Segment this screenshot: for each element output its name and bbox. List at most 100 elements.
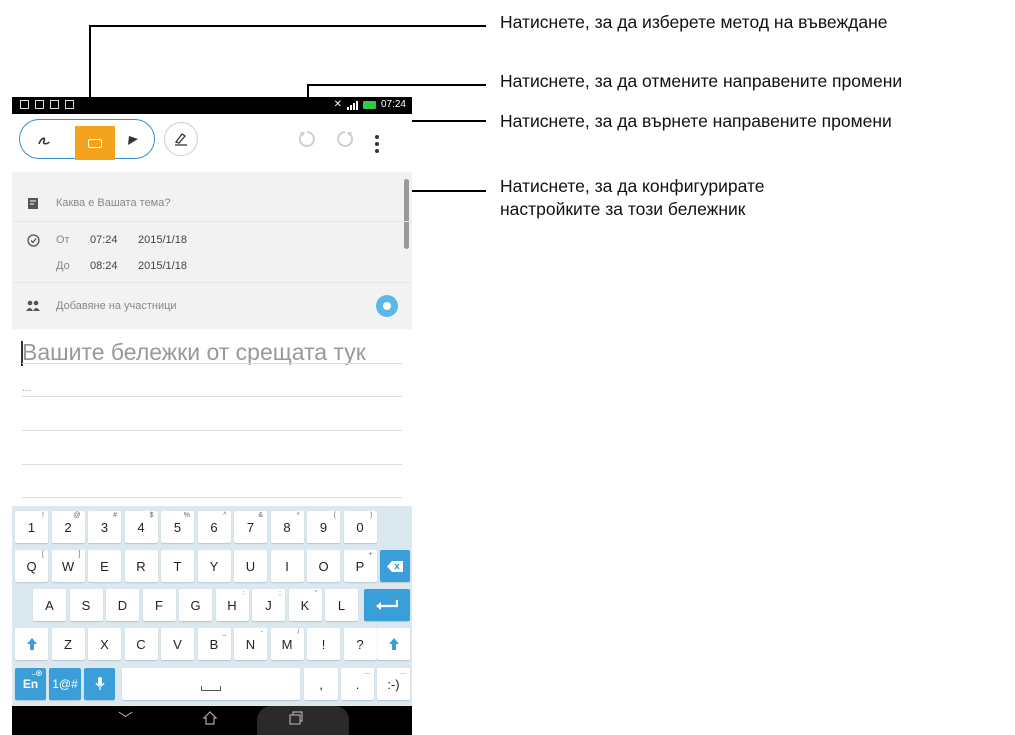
key-z[interactable]: Z — [51, 628, 85, 660]
key-e[interactable]: E — [88, 550, 121, 582]
topic-row[interactable]: Каква е Вашата тема? — [12, 192, 412, 214]
key-6[interactable]: 6 ^ — [197, 511, 231, 543]
undo-button[interactable] — [292, 124, 322, 154]
key-c[interactable]: C — [124, 628, 158, 660]
language-key[interactable]: En ..◎ — [15, 668, 46, 700]
symbols-key[interactable]: 1@# — [49, 668, 81, 700]
undo-icon — [298, 131, 315, 147]
key-q[interactable]: Q[ — [15, 550, 48, 582]
shift-key[interactable] — [377, 628, 410, 660]
phone-screen: ✕ 07:24 Каква е Вашата тема? От 07:24 20… — [12, 97, 412, 735]
format-pen-icon — [174, 133, 187, 146]
key-9[interactable]: 9( — [307, 511, 340, 543]
key-4[interactable]: 4 $ — [124, 511, 158, 543]
notes-area[interactable]: Вашите бележки от срещата тук ... — [12, 329, 412, 506]
callout-line — [307, 84, 486, 86]
toolbar — [12, 114, 412, 171]
key-x[interactable]: X — [88, 628, 121, 660]
annotation-input-method: Натиснете, за да изберете метод на въвеж… — [500, 12, 888, 32]
key-?[interactable]: ? — [343, 628, 377, 660]
participants-row[interactable]: Добавяне на участници — [12, 295, 412, 317]
signal-icon — [346, 100, 358, 110]
email-icon — [35, 100, 44, 109]
comma-key[interactable]: , — [304, 668, 338, 700]
notification-icons — [20, 100, 74, 109]
input-mode-selector — [19, 119, 155, 160]
to-label: До — [56, 260, 70, 272]
key-1[interactable]: 1! — [15, 511, 48, 543]
from-time[interactable]: 07:24 — [90, 234, 118, 246]
keyboard-mode-button[interactable] — [75, 126, 115, 160]
annotation-settings-1: Натиснете, за да конфигурирате — [500, 176, 765, 196]
clock-icon — [26, 233, 40, 247]
add-contact-icon[interactable] — [376, 295, 398, 317]
mute-icon: ✕ — [333, 99, 342, 110]
drawing-mode-button[interactable] — [116, 123, 150, 157]
enter-key[interactable] — [364, 589, 410, 621]
back-icon[interactable]: ﹀ — [118, 708, 133, 729]
handwriting-icon — [38, 137, 50, 145]
key-d[interactable]: D — [106, 589, 139, 621]
status-time: 07:24 — [380, 99, 406, 110]
format-button[interactable] — [164, 122, 198, 156]
recent-apps-icon[interactable] — [288, 710, 304, 730]
key-b[interactable]: B _ — [197, 628, 231, 660]
key-0[interactable]: 0) — [343, 511, 377, 543]
home-icon[interactable] — [202, 710, 218, 730]
note-line — [22, 464, 402, 465]
to-row[interactable]: До 08:24 2015/1/18 — [12, 257, 412, 275]
key-h[interactable]: H: — [215, 589, 249, 621]
more-options-button[interactable] — [375, 135, 381, 156]
redo-button[interactable] — [330, 124, 360, 154]
from-label: От — [56, 234, 70, 246]
key-l[interactable]: L — [325, 589, 358, 621]
key-![interactable]: ! — [307, 628, 340, 660]
note-line — [22, 430, 402, 431]
key-j[interactable]: J; — [252, 589, 285, 621]
key-r[interactable]: R — [124, 550, 158, 582]
note-line — [22, 363, 402, 364]
shift-arrow-icon — [26, 638, 37, 650]
from-date[interactable]: 2015/1/18 — [138, 234, 187, 246]
key-7[interactable]: 7 & — [234, 511, 267, 543]
key-u[interactable]: U — [234, 550, 267, 582]
smiley-key[interactable]: :-)... — [377, 668, 410, 700]
period-key[interactable]: .... — [341, 668, 374, 700]
key-w[interactable]: W] — [51, 550, 85, 582]
key-p[interactable]: P + — [343, 550, 377, 582]
key-3[interactable]: 3 # — [88, 511, 121, 543]
key-s[interactable]: S — [69, 589, 103, 621]
key-k[interactable]: K " — [288, 589, 322, 621]
space-key[interactable] — [122, 668, 300, 700]
navigation-bar: ﹀ — [12, 706, 412, 735]
shift-arrow-icon — [388, 638, 399, 650]
key-g[interactable]: G — [179, 589, 212, 621]
pen-icon — [128, 136, 138, 145]
to-date[interactable]: 2015/1/18 — [138, 260, 187, 272]
backspace-key[interactable] — [380, 550, 410, 582]
key-v[interactable]: V — [161, 628, 194, 660]
divider — [12, 221, 412, 222]
key-y[interactable]: Y — [197, 550, 231, 582]
key-i[interactable]: I — [270, 550, 304, 582]
keyboard-icon — [88, 138, 102, 148]
key-o[interactable]: O — [307, 550, 340, 582]
key-m[interactable]: M / — [270, 628, 304, 660]
annotation-undo: Натиснете, за да отмените направените пр… — [500, 71, 903, 91]
to-time[interactable]: 08:24 — [90, 260, 118, 272]
microphone-key[interactable] — [84, 668, 115, 700]
key-n[interactable]: N- — [234, 628, 267, 660]
handwriting-mode-button[interactable] — [27, 123, 61, 157]
from-row[interactable]: От 07:24 2015/1/18 — [12, 231, 412, 249]
enter-icon — [376, 600, 398, 610]
key-f[interactable]: F — [142, 589, 176, 621]
notes-ellipsis: ... — [22, 383, 32, 394]
key-5[interactable]: 5% — [161, 511, 194, 543]
key-2[interactable]: 2 @ — [51, 511, 85, 543]
key-t[interactable]: T — [161, 550, 194, 582]
topic-placeholder: Каква е Вашата тема? — [56, 197, 171, 209]
calendar-icon — [20, 100, 29, 109]
shift-key[interactable] — [15, 628, 48, 660]
key-8[interactable]: 8 * — [270, 511, 304, 543]
key-a[interactable]: A — [33, 589, 66, 621]
